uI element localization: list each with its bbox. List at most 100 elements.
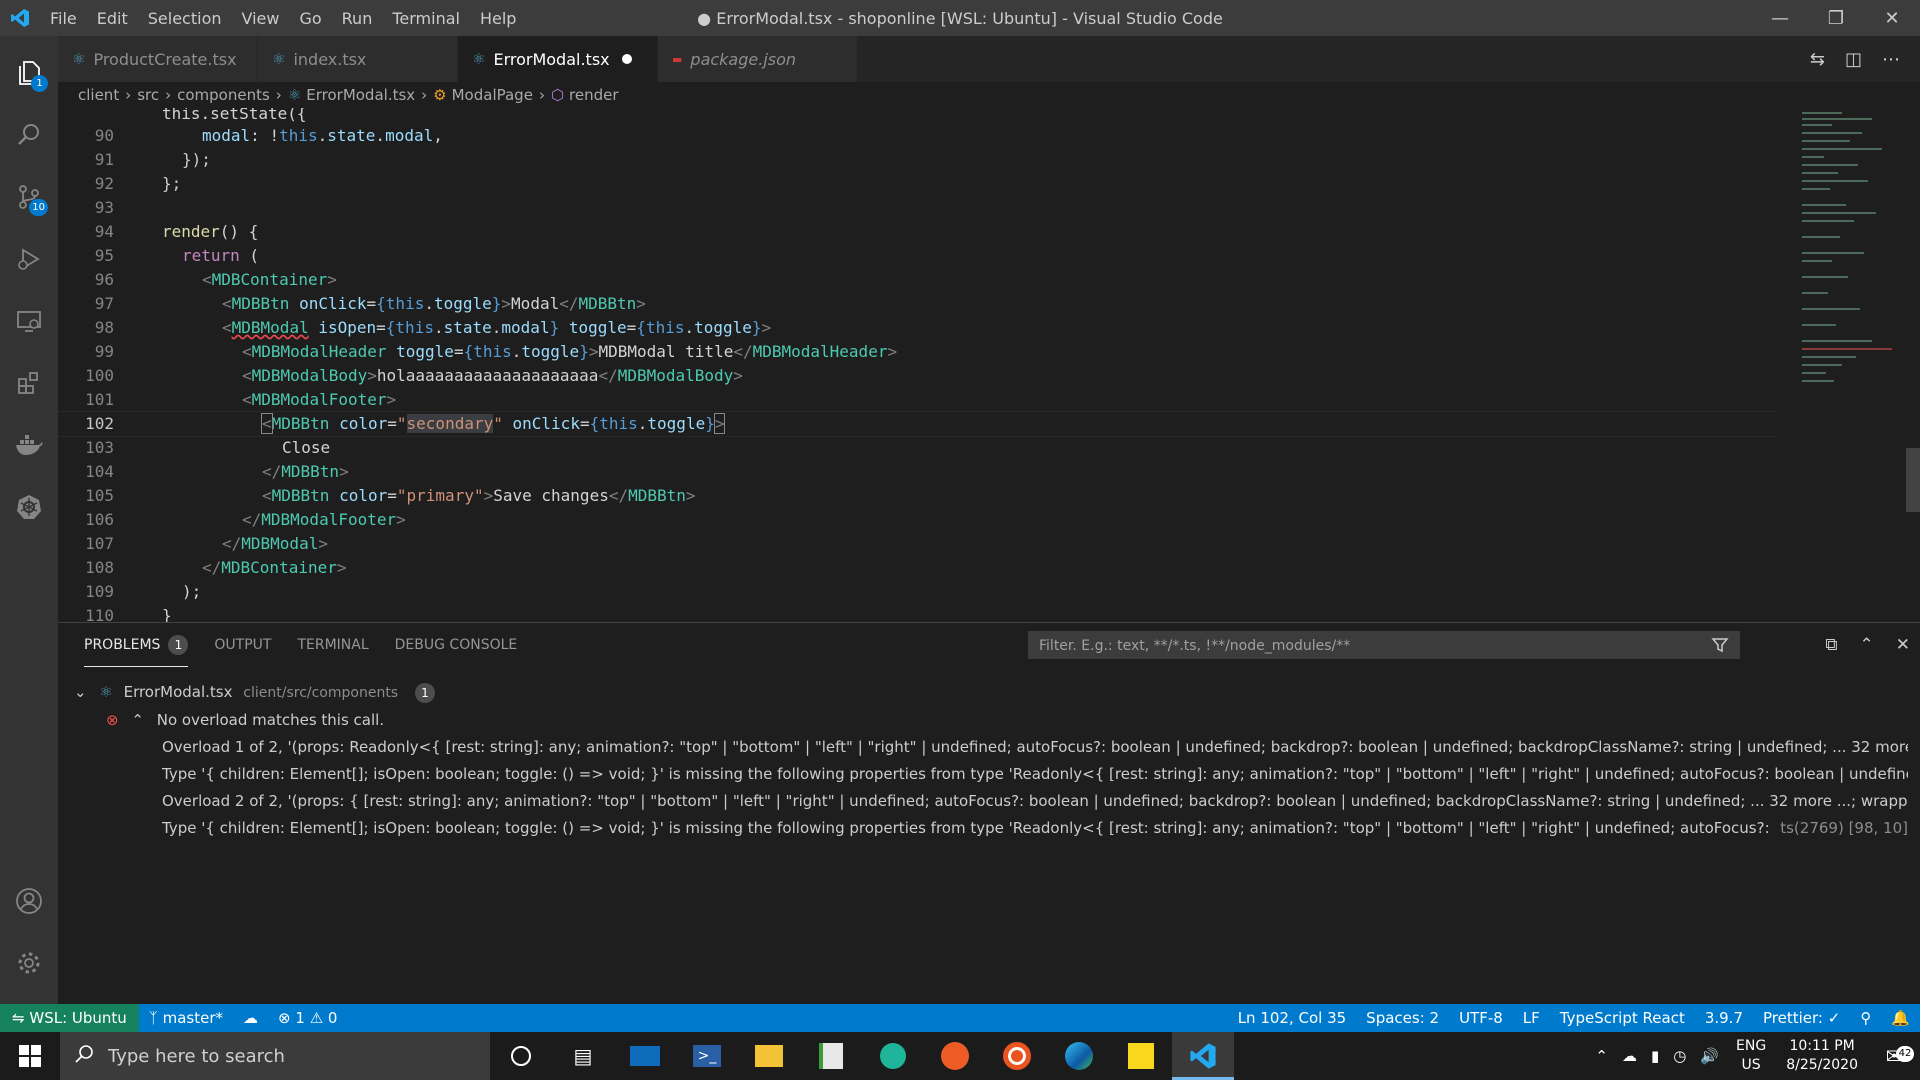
maximize-panel-icon[interactable]: ⌃	[1860, 635, 1874, 655]
language-indicator[interactable]: ENG US	[1726, 1037, 1776, 1075]
code-editor[interactable]: this.setState({ 90 modal: !this.state.mod…	[58, 108, 1920, 622]
file-explorer-app[interactable]	[738, 1032, 800, 1080]
tab-problems[interactable]: PROBLEMS 1	[84, 623, 189, 667]
code-line: 90 modal: !this.state.modal,	[94, 126, 443, 145]
problems-indicator[interactable]: ⊗ 1 ⚠ 0	[268, 1009, 347, 1027]
remote-indicator[interactable]: ⇋ WSL: Ubuntu	[0, 1004, 139, 1032]
tab-output[interactable]: OUTPUT	[214, 623, 271, 667]
branch-indicator[interactable]: ᛉ master*	[139, 1009, 233, 1027]
problem-detail-row[interactable]: Overload 2 of 2, '(props: { [rest: strin…	[58, 788, 1908, 815]
typescript-version[interactable]: 3.9.7	[1695, 1009, 1753, 1027]
menu-help[interactable]: Help	[470, 9, 526, 28]
explorer-badge: 1	[31, 75, 48, 92]
language-mode[interactable]: TypeScript React	[1550, 1009, 1695, 1027]
volume-icon[interactable]: 🔊	[1693, 1047, 1726, 1065]
notepad-app[interactable]	[800, 1032, 862, 1080]
problem-detail-row[interactable]: Overload 1 of 2, '(props: Readonly<{ [re…	[58, 734, 1908, 761]
code-line: 109);	[85, 582, 202, 601]
close-window-button[interactable]: ✕	[1864, 0, 1920, 36]
taskbar-search-box[interactable]: Type here to search	[60, 1032, 490, 1080]
clock-time: 10:11 PM	[1789, 1038, 1855, 1054]
tab-terminal[interactable]: TERMINAL	[297, 623, 368, 667]
end-of-line[interactable]: LF	[1513, 1009, 1550, 1027]
postman-app[interactable]	[924, 1032, 986, 1080]
tab-errormodal[interactable]: ⚛ ErrorModal.tsx	[458, 36, 658, 82]
breadcrumb-components[interactable]: components	[177, 86, 270, 104]
minimize-button[interactable]: —	[1752, 0, 1808, 36]
problem-detail-row[interactable]: Type '{ children: Element[]; isOpen: boo…	[58, 815, 1908, 842]
problem-detail-row[interactable]: Type '{ children: Element[]; isOpen: boo…	[58, 761, 1908, 788]
manage-button[interactable]	[0, 934, 58, 992]
accounts-button[interactable]	[0, 872, 58, 930]
menu-terminal[interactable]: Terminal	[382, 9, 470, 28]
sticky-notes-app[interactable]	[1110, 1032, 1172, 1080]
problem-detail: Type '{ children: Element[]; isOpen: boo…	[162, 819, 1771, 837]
breadcrumb-class[interactable]: ModalPage	[452, 86, 533, 104]
clock-date: 8/25/2020	[1786, 1057, 1858, 1073]
tab-index[interactable]: ⚛ index.tsx	[258, 36, 458, 82]
mail-app[interactable]	[614, 1032, 676, 1080]
breadcrumb-file[interactable]: ErrorModal.tsx	[306, 86, 415, 104]
explorer-button[interactable]: 1	[0, 44, 58, 102]
source-control-button[interactable]: 10	[0, 168, 58, 226]
tab-package-json[interactable]: ▬ package.json	[658, 36, 858, 82]
code-line: 96 <MDBContainer>	[94, 270, 337, 289]
encoding[interactable]: UTF-8	[1449, 1009, 1513, 1027]
menu-selection[interactable]: Selection	[138, 9, 232, 28]
close-panel-icon[interactable]: ✕	[1896, 635, 1910, 655]
tab-productcreate[interactable]: ⚛ ProductCreate.tsx	[58, 36, 258, 82]
run-debug-button[interactable]	[0, 230, 58, 288]
menu-edit[interactable]: Edit	[87, 9, 138, 28]
edge-app[interactable]	[1048, 1032, 1110, 1080]
problem-source: ts(2769) [98, 10]	[1780, 819, 1908, 837]
filter-icon[interactable]	[1711, 636, 1729, 664]
start-button[interactable]	[0, 1032, 60, 1080]
action-center-button[interactable]: ✉ 42	[1868, 1044, 1920, 1068]
live-share-icon[interactable]: ⚲	[1850, 1009, 1881, 1027]
gitkraken-app[interactable]	[862, 1032, 924, 1080]
ubuntu-app[interactable]	[986, 1032, 1048, 1080]
chevron-up-icon[interactable]: ⌃	[1588, 1047, 1615, 1065]
onedrive-icon[interactable]: ☁	[1615, 1047, 1644, 1065]
open-changes-icon[interactable]: ⇆	[1810, 49, 1825, 70]
chevron-right-icon: ›	[275, 86, 282, 104]
problem-file-row[interactable]: ⌄ ⚛ ErrorModal.tsx client/src/components…	[58, 679, 1908, 706]
menu-file[interactable]: File	[40, 9, 87, 28]
wifi-icon[interactable]: ◷	[1666, 1047, 1693, 1065]
prettier-status[interactable]: Prettier: ✓	[1753, 1009, 1850, 1027]
menu-view[interactable]: View	[232, 9, 290, 28]
notifications-bell-icon[interactable]: 🔔	[1881, 1009, 1920, 1027]
breadcrumb-method[interactable]: render	[569, 86, 619, 104]
problems-filter-input[interactable]: Filter. E.g.: text, **/*.ts, !**/node_mo…	[1028, 631, 1740, 659]
kubernetes-button[interactable]	[0, 478, 58, 536]
collapse-all-icon[interactable]: ⧉	[1825, 635, 1837, 655]
search-button[interactable]	[0, 106, 58, 164]
panel-header: PROBLEMS 1 OUTPUT TERMINAL DEBUG CONSOLE…	[58, 623, 1920, 667]
menu-go[interactable]: Go	[289, 9, 331, 28]
remote-icon: ⇋	[12, 1009, 25, 1027]
tab-label: ProductCreate.tsx	[93, 49, 237, 69]
problem-row[interactable]: ⊗ ⌃ No overload matches this call.	[58, 707, 1908, 734]
breadcrumb-client[interactable]: client	[78, 86, 119, 104]
battery-icon[interactable]: ▮	[1644, 1047, 1666, 1065]
restore-button[interactable]: ❐	[1808, 0, 1864, 36]
vscode-app[interactable]	[1172, 1032, 1234, 1080]
clock[interactable]: 10:11 PM 8/25/2020	[1776, 1037, 1868, 1075]
cortana-button[interactable]	[490, 1032, 552, 1080]
unsaved-dot-icon[interactable]	[621, 54, 632, 64]
remote-explorer-button[interactable]	[0, 292, 58, 350]
split-editor-icon[interactable]: ◫	[1845, 49, 1862, 70]
powershell-app[interactable]: >_	[676, 1032, 738, 1080]
indentation[interactable]: Spaces: 2	[1356, 1009, 1449, 1027]
sync-button[interactable]: ☁	[233, 1009, 268, 1027]
more-actions-icon[interactable]: ⋯	[1882, 49, 1900, 70]
extensions-button[interactable]	[0, 354, 58, 412]
tab-debug-console[interactable]: DEBUG CONSOLE	[395, 623, 518, 667]
breadcrumb-src[interactable]: src	[137, 86, 159, 104]
docker-button[interactable]	[0, 416, 58, 474]
task-view-button[interactable]: ▤	[552, 1032, 614, 1080]
minimap[interactable]	[1778, 108, 1920, 622]
editor-scrollbar[interactable]	[1906, 448, 1920, 512]
cursor-position[interactable]: Ln 102, Col 35	[1228, 1009, 1356, 1027]
menu-run[interactable]: Run	[332, 9, 383, 28]
